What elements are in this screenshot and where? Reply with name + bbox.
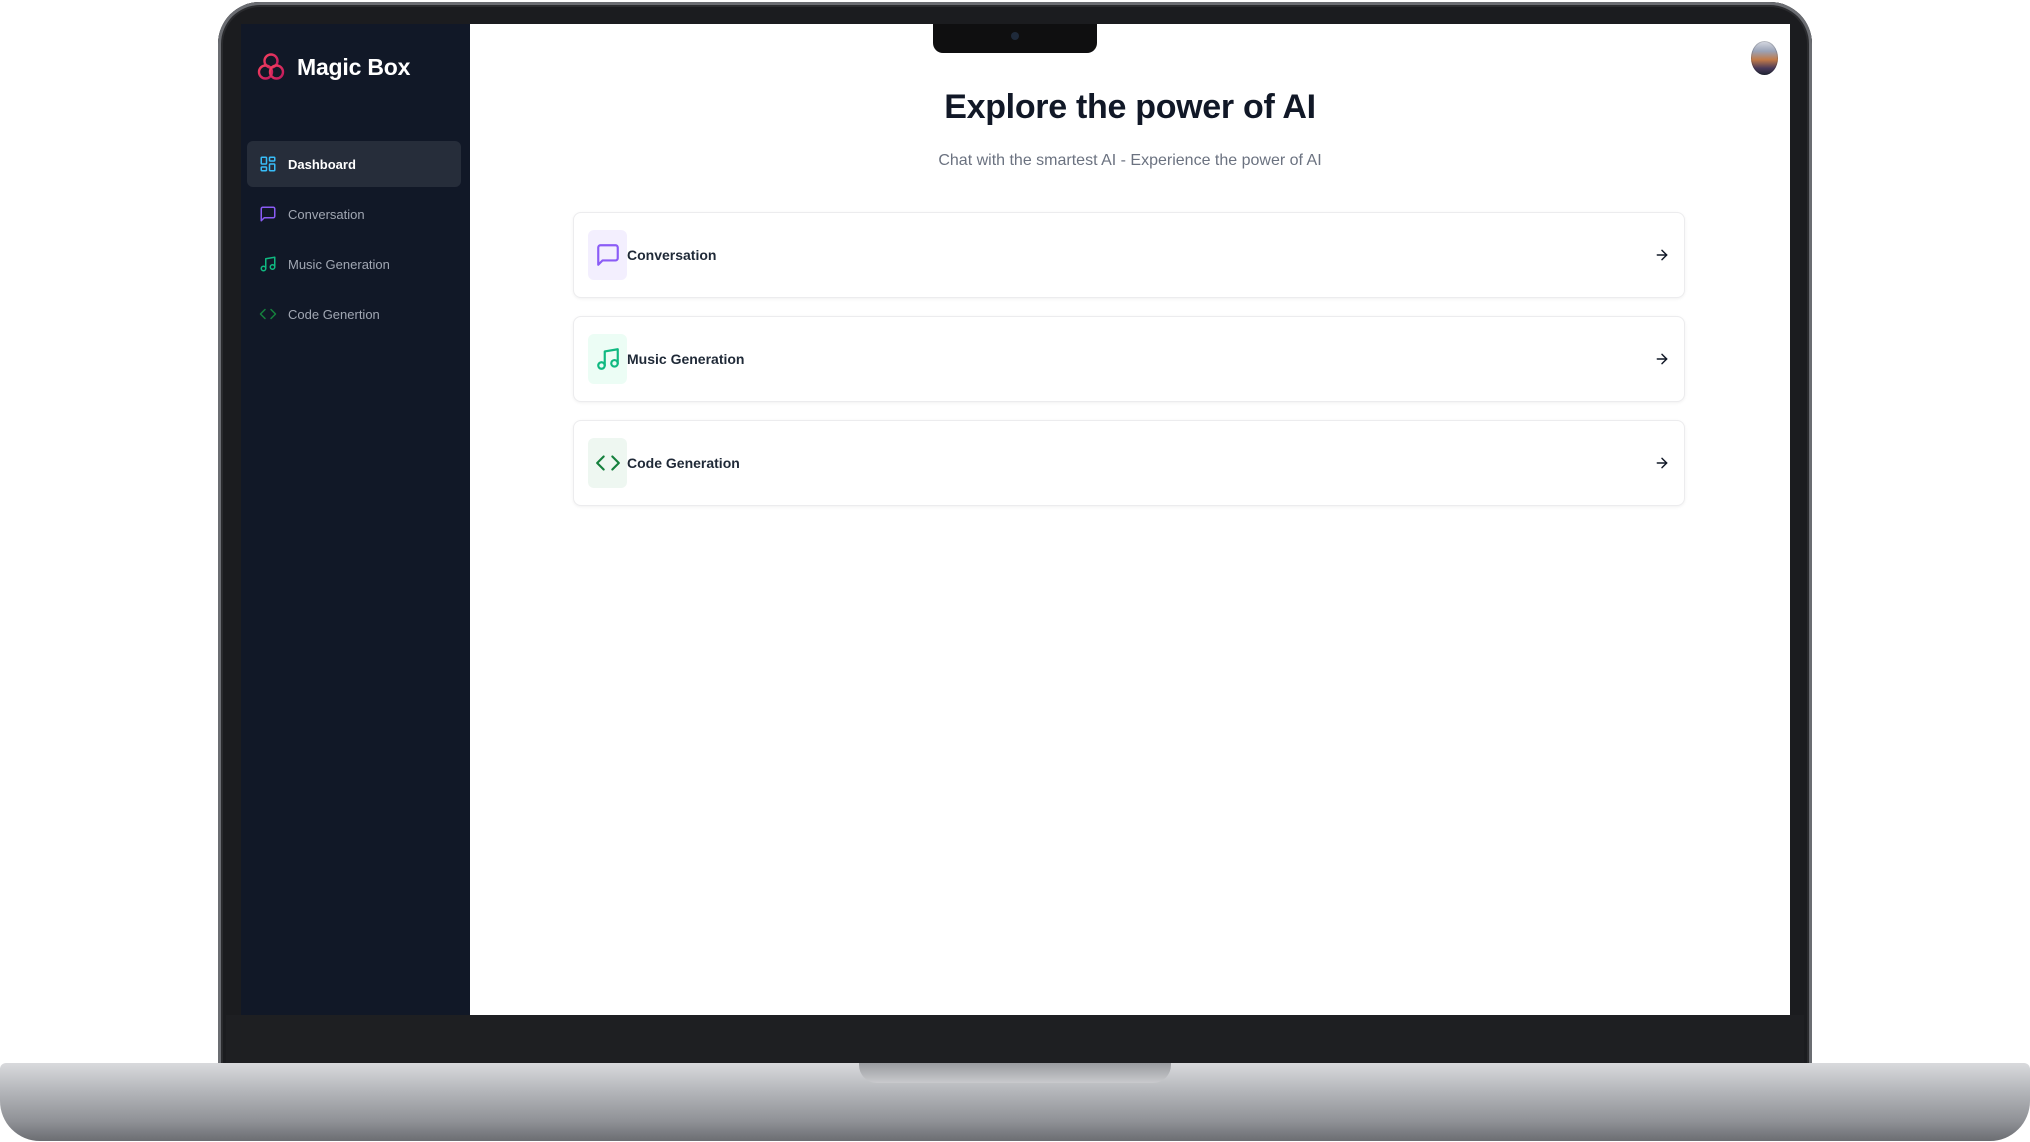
sidebar-nav: Dashboard Conversation Music Generation (247, 141, 461, 341)
tool-card-code-generation[interactable]: Code Generation (573, 420, 1685, 506)
sidebar-item-label: Conversation (288, 206, 365, 222)
page-title: Explore the power of AI (944, 88, 1316, 126)
code-icon (259, 308, 277, 320)
tool-card-conversation[interactable]: Conversation (573, 212, 1685, 298)
card-label: Music Generation (627, 351, 745, 367)
laptop-bezel (226, 1015, 1804, 1065)
page-subtitle: Chat with the smartest AI - Experience t… (938, 152, 1322, 169)
card-label: Code Generation (627, 455, 740, 471)
card-label: Conversation (627, 247, 717, 263)
user-avatar[interactable] (1751, 41, 1778, 75)
sidebar-item-label: Music Generation (288, 256, 390, 272)
card-icon-box (588, 230, 627, 280)
arrow-right-icon (1656, 353, 1668, 365)
sidebar-item-label: Dashboard (288, 156, 356, 172)
app-name: Magic Box (297, 53, 411, 80)
arrow-right-icon (1656, 457, 1668, 469)
sidebar-item-dashboard[interactable]: Dashboard (247, 141, 461, 187)
brand[interactable]: Magic Box (257, 50, 410, 84)
sidebar-item-music-generation[interactable]: Music Generation (247, 241, 461, 287)
card-icon-box (588, 438, 627, 488)
camera-notch (933, 24, 1097, 53)
card-icon-box (588, 334, 627, 384)
tool-card-music-generation[interactable]: Music Generation (573, 316, 1685, 402)
music-icon (596, 348, 619, 370)
layout-dashboard-icon (260, 156, 276, 172)
code-icon (595, 455, 620, 471)
laptop-base-notch (859, 1063, 1171, 1083)
arrow-right-icon (1656, 249, 1668, 261)
sidebar-item-code-generation[interactable]: Code Genertion (247, 291, 461, 337)
message-square-icon (260, 206, 276, 222)
tool-cards: Conversation Music Generation Code Gener… (573, 212, 1685, 524)
magic-box-logo-icon (257, 53, 285, 80)
app-screen: Magic Box Dashboard Conversation Music G… (241, 24, 1790, 1015)
sidebar-item-conversation[interactable]: Conversation (247, 191, 461, 237)
sidebar-item-label: Code Genertion (288, 306, 380, 322)
message-square-icon (596, 244, 619, 266)
sidebar: Magic Box Dashboard Conversation Music G… (241, 24, 470, 1015)
camera-icon (1011, 32, 1019, 40)
music-icon (260, 256, 276, 272)
